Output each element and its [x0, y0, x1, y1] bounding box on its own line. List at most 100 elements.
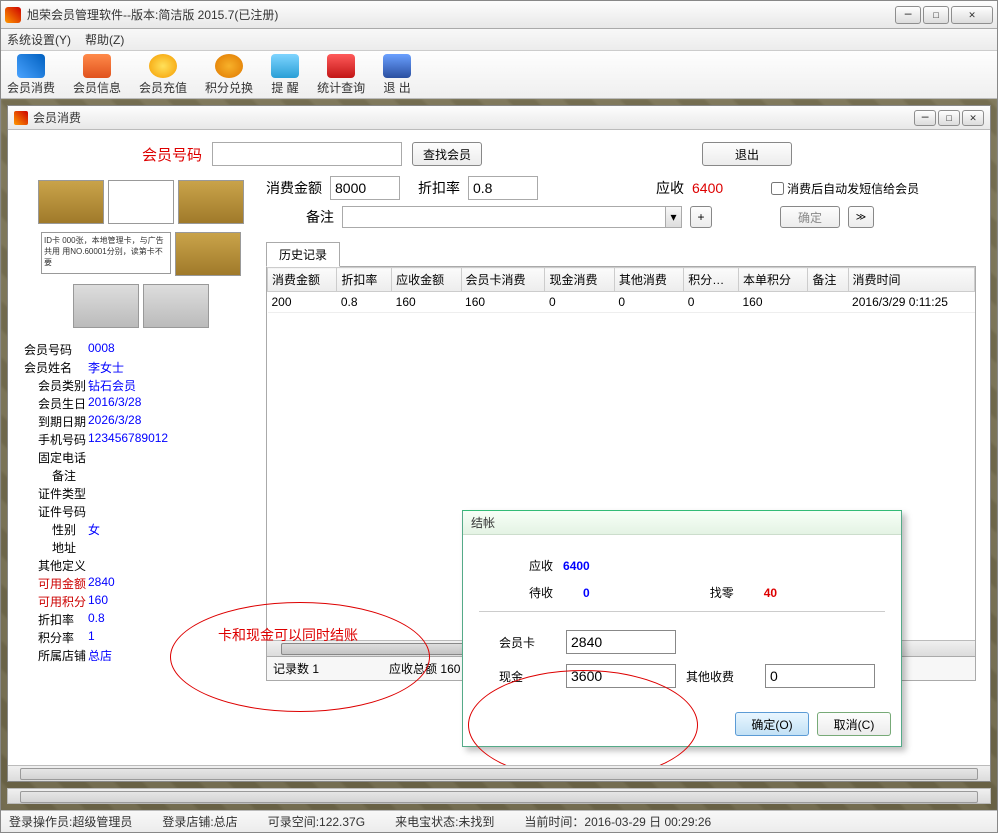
member-field-row: 可用积分160 [24, 593, 258, 610]
member-field-row: 备注 [24, 467, 258, 484]
status-space: 可录空间:122.37G [268, 813, 365, 830]
inner-scrollbar[interactable] [8, 765, 990, 781]
column-header[interactable]: 应收金额 [392, 268, 461, 292]
column-header[interactable]: 现金消费 [545, 268, 614, 292]
sms-checkbox-label[interactable]: 消费后自动发短信给会员 [771, 180, 919, 197]
member-number-label: 会员号码 [142, 144, 202, 165]
member-field-row: 会员类别钻石会员 [24, 377, 258, 394]
scrollbar-thumb[interactable] [20, 768, 978, 780]
toolbar-points[interactable]: 积分兑换 [205, 54, 253, 96]
dialog-due-label: 应收 [529, 557, 553, 574]
cell: 0 [545, 292, 614, 313]
amount-label: 消费金额 [266, 178, 322, 198]
dialog-cash-label: 现金 [499, 668, 556, 685]
dialog-cancel-button[interactable]: 取消(C) [817, 712, 891, 736]
next-button[interactable]: ≫ [848, 206, 874, 228]
dialog-title: 结帐 [463, 511, 901, 535]
mdi-scrollbar[interactable] [7, 788, 991, 804]
cell: 200 [268, 292, 337, 313]
field-key: 性别 [24, 521, 88, 538]
field-value: 2016/3/28 [88, 395, 141, 412]
dialog-change-label: 找零 [710, 584, 734, 601]
dialog-separator [479, 611, 885, 612]
member-field-row: 固定电话 [24, 449, 258, 466]
member-field-list: 会员号码0008会员姓名李女士会员类别钻石会员会员生日2016/3/28到期日期… [22, 336, 260, 669]
dialog-ok-button[interactable]: 确定(O) [735, 712, 809, 736]
table-row[interactable]: 2000.81601600001602016/3/29 0:11:25 [268, 292, 975, 313]
field-key: 会员姓名 [24, 359, 88, 376]
exchange-icon [215, 54, 243, 78]
card-thumb [178, 180, 244, 224]
tab-history[interactable]: 历史记录 [266, 242, 340, 267]
status-operator: 登录操作员:超级管理员 [9, 813, 132, 830]
card-thumb [143, 284, 209, 328]
dialog-other-input[interactable] [765, 664, 875, 688]
exit-inner-button[interactable]: 退出 [702, 142, 792, 166]
minimize-button[interactable]: ─ [895, 6, 921, 24]
amount-input[interactable] [330, 176, 400, 200]
remark-combo[interactable]: ▾ [342, 206, 682, 228]
toolbar-exit[interactable]: 退 出 [383, 54, 411, 96]
card-thumb [38, 180, 104, 224]
column-header[interactable]: 备注 [808, 268, 848, 292]
field-key: 会员生日 [24, 395, 88, 412]
toolbar-stats[interactable]: 统计查询 [317, 54, 365, 96]
sms-checkbox[interactable] [771, 182, 784, 195]
toolbar-info[interactable]: 会员信息 [73, 54, 121, 96]
inner-maximize-button[interactable]: ☐ [938, 110, 960, 126]
search-row: 会员号码 查找会员 退出 [22, 142, 976, 166]
dialog-due-value: 6400 [563, 559, 590, 573]
field-key: 积分率 [24, 629, 88, 646]
field-key: 地址 [24, 539, 88, 556]
member-field-row: 地址 [24, 539, 258, 556]
member-number-input[interactable] [212, 142, 402, 166]
dialog-cash-input[interactable] [566, 664, 676, 688]
column-header[interactable]: 积分… [684, 268, 739, 292]
menu-system[interactable]: 系统设置(Y) [7, 31, 71, 48]
toolbar-consume[interactable]: 会员消费 [7, 54, 55, 96]
field-key: 所属店铺 [24, 647, 88, 664]
column-header[interactable]: 消费金额 [268, 268, 337, 292]
inner-minimize-button[interactable]: ─ [914, 110, 936, 126]
mdi-area: 会员消费 ─ ☐ ✕ 会员号码 查找会员 退出 [1, 99, 997, 810]
card-thumb: ID卡 000张，本地管理卡，与广告共用 用NO.60001分别，读第卡不要 [41, 232, 171, 274]
field-value: 钻石会员 [88, 377, 136, 394]
column-header[interactable]: 其他消费 [614, 268, 683, 292]
column-header[interactable]: 消费时间 [848, 268, 974, 292]
due-label: 应收 [656, 178, 684, 198]
field-key: 会员类别 [24, 377, 88, 394]
exit-icon [383, 54, 411, 78]
cell: 0 [684, 292, 739, 313]
statusbar: 登录操作员:超级管理员 登录店铺:总店 可录空间:122.37G 来电宝状态:未… [1, 810, 997, 832]
toolbar-remind[interactable]: 提 醒 [271, 54, 299, 96]
column-header[interactable]: 本单积分 [739, 268, 808, 292]
column-header[interactable]: 会员卡消费 [461, 268, 545, 292]
card-icon [17, 54, 45, 78]
status-store: 登录店铺:总店 [162, 813, 237, 830]
chevron-down-icon[interactable]: ▾ [665, 207, 681, 227]
inner-close-button[interactable]: ✕ [962, 110, 984, 126]
toolbar-recharge[interactable]: 会员充值 [139, 54, 187, 96]
menu-help[interactable]: 帮助(Z) [85, 31, 124, 48]
cell: 0 [614, 292, 683, 313]
column-header[interactable]: 折扣率 [337, 268, 392, 292]
dialog-card-input[interactable] [566, 630, 676, 654]
member-field-row: 会员生日2016/3/28 [24, 395, 258, 412]
dialog-pending-label: 待收 [529, 584, 553, 601]
field-key: 证件号码 [24, 503, 88, 520]
scrollbar-thumb[interactable] [20, 791, 978, 803]
maximize-button[interactable]: ☐ [923, 6, 949, 24]
add-remark-button[interactable]: + [690, 206, 712, 228]
field-value: 2026/3/28 [88, 413, 141, 430]
card-thumb [73, 284, 139, 328]
field-key: 会员号码 [24, 341, 88, 358]
find-member-button[interactable]: 查找会员 [412, 142, 482, 166]
inner-app-icon [14, 111, 28, 125]
cell: 160 [392, 292, 461, 313]
field-value: 160 [88, 593, 108, 610]
close-button[interactable]: ✕ [951, 6, 993, 24]
discount-input[interactable] [468, 176, 538, 200]
bell-icon [271, 54, 299, 78]
member-info-panel: ID卡 000张，本地管理卡，与广告共用 用NO.60001分别，读第卡不要 会… [22, 176, 260, 761]
field-value: 女 [88, 521, 100, 538]
